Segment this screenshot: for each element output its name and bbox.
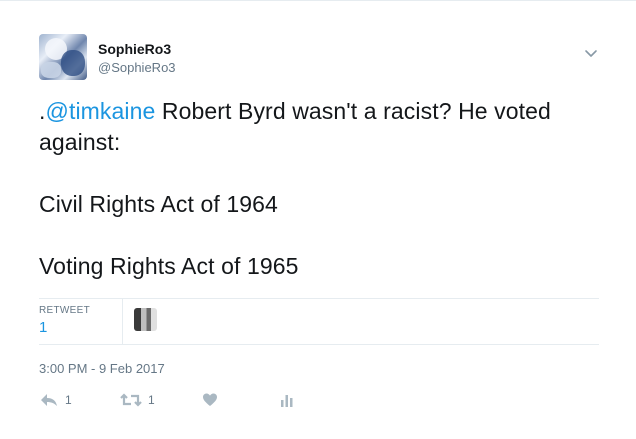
like-button[interactable] [202, 391, 218, 409]
tweet-line-1: .@timkaine Robert Byrd wasn't a racist? … [39, 96, 599, 158]
user-handle[interactable]: @SophieRo3 [98, 60, 176, 75]
mention-link[interactable]: @timkaine [46, 98, 156, 124]
stats-separator [122, 298, 123, 344]
heart-icon [203, 393, 217, 406]
user-display-name[interactable]: SophieRo3 [98, 41, 171, 57]
analytics-button[interactable] [280, 391, 294, 409]
retweeter-avatar[interactable] [134, 308, 157, 331]
tweet-text: .@timkaine Robert Byrd wasn't a racist? … [39, 96, 599, 282]
analytics-icon [281, 395, 293, 407]
retweet-icon [120, 393, 142, 407]
tweet-line-2: Civil Rights Act of 1964 [39, 191, 278, 217]
divider [39, 298, 599, 299]
reply-icon [41, 394, 57, 406]
divider [39, 344, 599, 345]
avatar[interactable] [39, 34, 87, 80]
reply-count: 1 [65, 393, 72, 407]
retweet-button[interactable]: 1 [120, 391, 155, 409]
reply-button[interactable]: 1 [39, 391, 72, 409]
tweet-card: SophieRo3 @SophieRo3 .@timkaine Robert B… [0, 0, 636, 439]
chevron-down-icon[interactable] [583, 45, 599, 61]
tweet-line-3: Voting Rights Act of 1965 [39, 253, 299, 279]
tweet-timestamp[interactable]: 3:00 PM - 9 Feb 2017 [39, 361, 165, 376]
avatar-art [61, 50, 85, 76]
retweet-stat-label: RETWEET [39, 305, 90, 316]
retweet-stat-count[interactable]: 1 [39, 319, 47, 336]
retweet-count: 1 [148, 393, 155, 407]
avatar-art [41, 62, 61, 78]
